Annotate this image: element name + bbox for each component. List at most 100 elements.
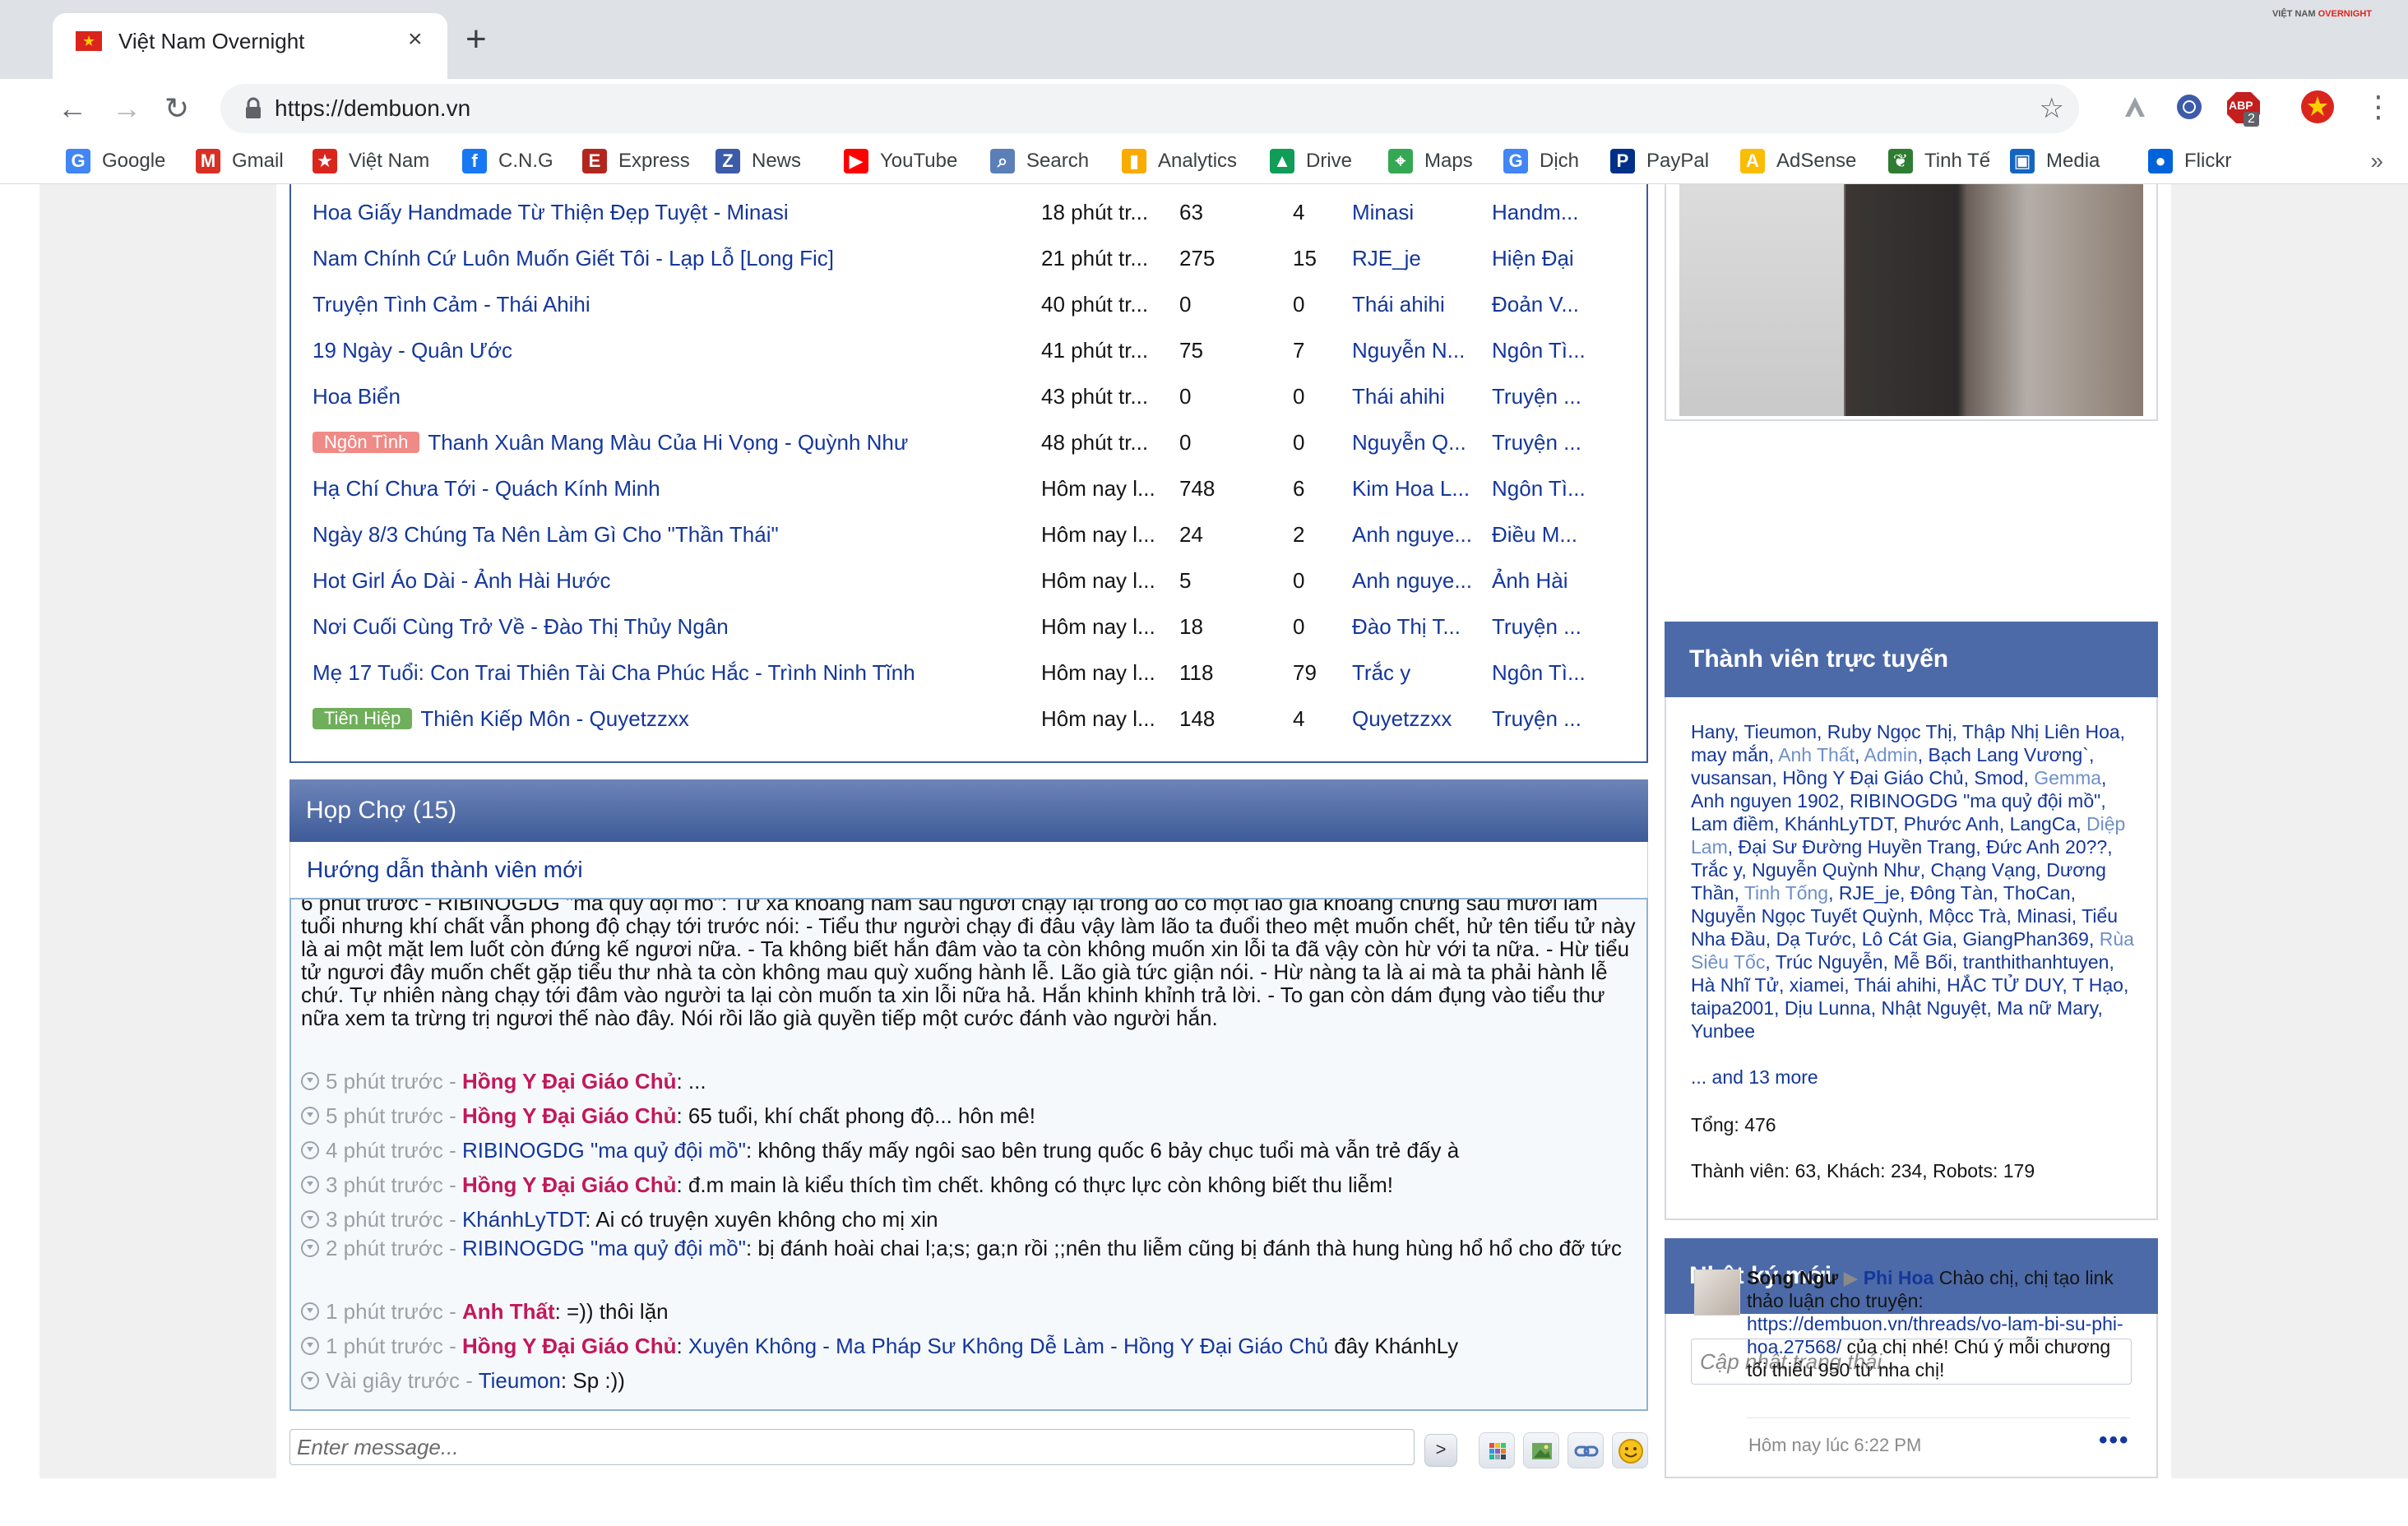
online-member-link[interactable]: Lam điềm (1691, 813, 1774, 835)
online-member-link[interactable]: Ma nữ Mary (1997, 997, 2097, 1019)
bookmark-adsense[interactable]: A AdSense (1740, 145, 1856, 178)
bookmark-gmail[interactable]: M Gmail (196, 145, 284, 178)
bookmark-d-ch[interactable]: G Dịch (1503, 145, 1579, 178)
online-member-link[interactable]: may mắn (1691, 744, 1769, 765)
new-tab-button[interactable]: + (465, 16, 487, 62)
online-member-link[interactable]: LangCa (2010, 813, 2077, 835)
sidebar-photo[interactable] (1679, 184, 2143, 416)
bookmark-vi-t-nam[interactable]: ★ Việt Nam (313, 145, 429, 178)
chevron-down-icon[interactable] (301, 1107, 319, 1125)
online-member-link[interactable]: Anh Thất (1778, 744, 1855, 765)
chevron-down-icon[interactable] (301, 1371, 319, 1390)
online-member-link[interactable]: taipa2001 (1691, 997, 1774, 1019)
online-member-link[interactable]: Nguyễn Quỳnh Như (1752, 859, 1920, 881)
online-member-link[interactable]: Đông Tàn (1910, 882, 1994, 904)
thread-title-link[interactable]: Nam Chính Cứ Luôn Muốn Giết Tôi - Lạp Lỗ… (313, 235, 834, 281)
online-member-link[interactable]: Bạch Lang Vương` (1929, 744, 2089, 765)
thread-forum-link[interactable]: Truyện ... (1492, 696, 1581, 742)
new-member-guide-link[interactable]: Hướng dẫn thành viên mới (307, 855, 583, 885)
thread-author-link[interactable]: Nguyễn Q... (1352, 419, 1466, 465)
thread-title-link[interactable]: Nơi Cuối Cùng Trở Về - Đào Thị Thủy Ngân (313, 603, 729, 650)
chat-message-field[interactable] (290, 1430, 1414, 1464)
online-member-link[interactable]: Thái ahihi (1855, 974, 1937, 996)
more-options-icon[interactable]: ••• (2099, 1428, 2130, 1453)
chat-thread-link[interactable]: Xuyên Không - Ma Pháp Sư Không Dễ Làm - … (688, 1334, 1328, 1358)
online-member-link[interactable]: Minasi (2017, 905, 2071, 927)
online-member-link[interactable]: Ruby Ngọc Thị (1827, 721, 1952, 742)
avatar[interactable] (1694, 1269, 1740, 1316)
online-member-link[interactable]: vusansan (1691, 767, 1771, 788)
forward-icon[interactable]: → (112, 86, 141, 132)
bookmark-drive[interactable]: ▲ Drive (1270, 145, 1352, 178)
thread-forum-link[interactable]: Truyện ... (1492, 603, 1581, 650)
online-member-link[interactable]: Nguyễn Ngọc Tuyết Quỳnh (1691, 905, 1918, 927)
thread-author-link[interactable]: Đào Thị T... (1352, 603, 1461, 650)
bookmark-maps[interactable]: ⌖ Maps (1388, 145, 1473, 178)
browser-tab[interactable]: Việt Nam Overnight × (53, 13, 447, 79)
browser-menu-icon[interactable]: ⋮ (2364, 86, 2393, 128)
chevron-down-icon[interactable] (301, 1302, 319, 1320)
thread-title-link[interactable]: Hạ Chí Chưa Tới - Quách Kính Minh (313, 465, 660, 511)
thread-forum-link[interactable]: Truyện ... (1492, 419, 1581, 465)
chat-message-input[interactable] (289, 1429, 1415, 1465)
bookmark-paypal[interactable]: P PayPal (1610, 145, 1709, 178)
bookmark-analytics[interactable]: ▮ Analytics (1122, 145, 1237, 178)
profile-avatar-icon[interactable] (2296, 86, 2339, 128)
color-picker-icon[interactable] (1479, 1432, 1515, 1468)
thread-author-link[interactable]: Trắc y (1352, 650, 1410, 696)
chat-username-link[interactable]: RIBINOGDG "ma quỷ đội mồ" (462, 1236, 746, 1260)
diary-author[interactable]: Song Ngư (1747, 1267, 1838, 1288)
bookmark-express[interactable]: E Express (582, 145, 690, 178)
online-member-link[interactable]: Lô Cát Gia (1862, 928, 1952, 950)
thread-author-link[interactable]: Anh nguye... (1352, 557, 1472, 603)
chat-log[interactable]: 6 phút trước - RIBINOGDG "ma quỷ đội mồ"… (289, 898, 1648, 1411)
thread-author-link[interactable]: Quyetzzxx (1352, 696, 1452, 742)
chat-username-link[interactable]: Tieumon (479, 1368, 561, 1393)
online-member-link[interactable]: HẮC TỬ DUY (1947, 974, 2062, 996)
online-member-link[interactable]: Trúc Nguyễn (1776, 951, 1883, 973)
online-member-link[interactable]: Nhật Nguyệt (1881, 997, 1986, 1019)
thread-forum-link[interactable]: Handm... (1492, 189, 1579, 235)
online-member-link[interactable]: Dịu Lunna (1785, 997, 1871, 1019)
thread-author-link[interactable]: Minasi (1352, 189, 1414, 235)
online-member-link[interactable]: Phước Anh (1904, 813, 1999, 835)
thread-title-link[interactable]: Tiên Hiệp Thiên Kiếp Môn - Quyetzzxx (313, 696, 689, 742)
online-member-link[interactable]: Dạ Tước (1776, 928, 1851, 950)
thread-title-link[interactable]: Hoa Giấy Handmade Từ Thiện Đẹp Tuyệt - M… (313, 189, 789, 235)
online-member-link[interactable]: Anh nguyen 1902 (1691, 790, 1839, 812)
image-upload-icon[interactable] (1523, 1432, 1559, 1468)
online-member-link[interactable]: tranthithanhtuyen (1963, 951, 2109, 973)
thread-title-link[interactable]: Mẹ 17 Tuổi: Con Trai Thiên Tài Cha Phúc … (313, 650, 915, 696)
address-bar[interactable]: https://dembuon.vn ☆ (220, 84, 2079, 133)
bookmark-search[interactable]: ⌕ Search (990, 145, 1089, 178)
thread-author-link[interactable]: Thái ahihi (1352, 373, 1445, 419)
thread-forum-link[interactable]: Truyện ... (1492, 373, 1581, 419)
chevron-down-icon[interactable] (301, 1210, 319, 1228)
online-member-link[interactable]: Yunbee (1691, 1020, 1755, 1042)
thread-forum-link[interactable]: Ngôn Tì... (1492, 465, 1586, 511)
online-member-link[interactable]: Tinh Tống (1744, 882, 1828, 904)
chat-username-link[interactable]: RIBINOGDG "ma quỷ đội mồ" (462, 1138, 746, 1163)
chat-username-link[interactable]: Anh Thất (462, 1299, 555, 1324)
online-member-link[interactable]: Hany (1691, 721, 1734, 742)
bookmark-news[interactable]: Z News (715, 145, 801, 178)
adblock-icon[interactable]: ABP 2 (2222, 86, 2265, 128)
online-member-link[interactable]: Admin (1864, 744, 1918, 765)
online-member-link[interactable]: Trắc y (1691, 859, 1741, 881)
chat-username-link[interactable]: Hồng Y Đại Giáo Chủ (462, 1172, 677, 1197)
bookmark-media[interactable]: ▣ Media (2010, 145, 2100, 178)
bookmark-flickr[interactable]: ● Flickr (2148, 145, 2231, 178)
online-member-link[interactable]: Thập Nhị Liên Hoa (1962, 721, 2120, 742)
chat-username-link[interactable]: KhánhLyTDT (462, 1207, 585, 1232)
online-member-link[interactable]: Tieumon (1743, 721, 1817, 742)
thread-forum-link[interactable]: Ảnh Hài (1492, 557, 1568, 603)
thread-title-link[interactable]: 19 Ngày - Quân Ước (313, 327, 512, 373)
thread-forum-link[interactable]: Ngôn Tì... (1492, 650, 1586, 696)
thread-forum-link[interactable]: Hiện Đại (1492, 235, 1574, 281)
chevron-down-icon[interactable] (301, 1337, 319, 1355)
extension-icon[interactable] (2168, 86, 2211, 128)
smiley-icon[interactable] (1612, 1432, 1648, 1468)
online-member-link[interactable]: KhánhLyTDT (1785, 813, 1893, 835)
bookmark-google[interactable]: G Google (66, 145, 165, 178)
online-member-link[interactable]: RJE_je (1839, 882, 1900, 904)
